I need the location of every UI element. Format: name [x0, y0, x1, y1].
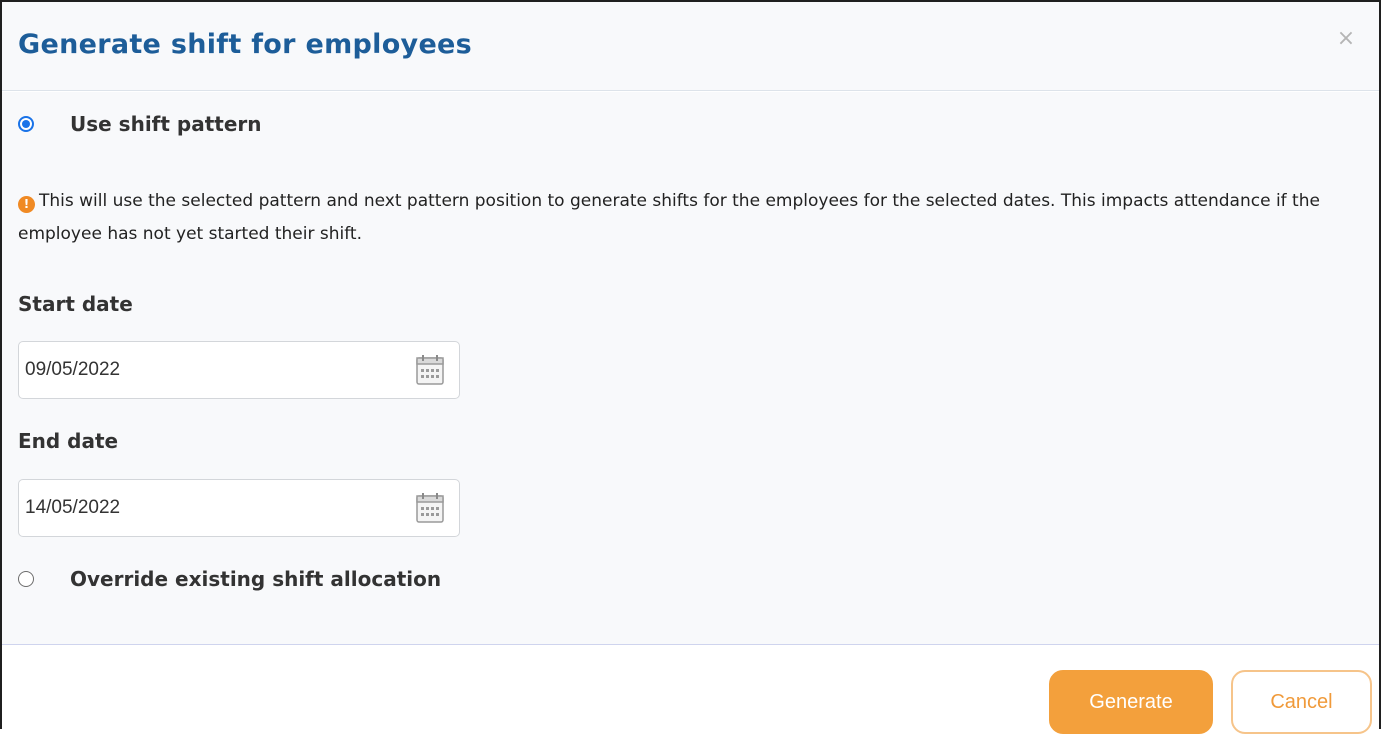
use-shift-pattern-radio[interactable] — [18, 116, 34, 132]
dialog-title: Generate shift for employees — [18, 29, 473, 60]
start-date-input[interactable] — [19, 342, 399, 398]
close-icon[interactable]: × — [1335, 26, 1357, 52]
dialog-header: Generate shift for employees × — [2, 2, 1379, 91]
calendar-icon[interactable] — [415, 492, 445, 524]
cancel-button[interactable]: Cancel — [1231, 670, 1372, 734]
use-shift-pattern-option[interactable]: Use shift pattern — [18, 112, 262, 136]
start-date-label: Start date — [18, 292, 133, 316]
dialog-footer: Generate Cancel — [2, 644, 1379, 734]
override-allocation-label: Override existing shift allocation — [70, 567, 442, 591]
override-allocation-radio[interactable] — [18, 571, 34, 587]
alert-icon: ! — [18, 196, 35, 213]
use-shift-pattern-label: Use shift pattern — [70, 112, 262, 136]
dialog-body: Use shift pattern ! This will use the sel… — [2, 92, 1379, 644]
override-allocation-option[interactable]: Override existing shift allocation — [18, 567, 441, 591]
calendar-icon[interactable] — [415, 354, 445, 386]
info-text: This will use the selected pattern and n… — [18, 191, 1320, 244]
generate-button[interactable]: Generate — [1049, 670, 1213, 734]
end-date-field[interactable] — [18, 479, 460, 537]
start-date-field[interactable] — [18, 341, 460, 399]
end-date-input[interactable] — [19, 480, 399, 536]
end-date-label: End date — [18, 429, 119, 453]
info-message: ! This will use the selected pattern and … — [18, 185, 1338, 251]
generate-shift-dialog: Generate shift for employees × Use shift… — [0, 0, 1381, 734]
